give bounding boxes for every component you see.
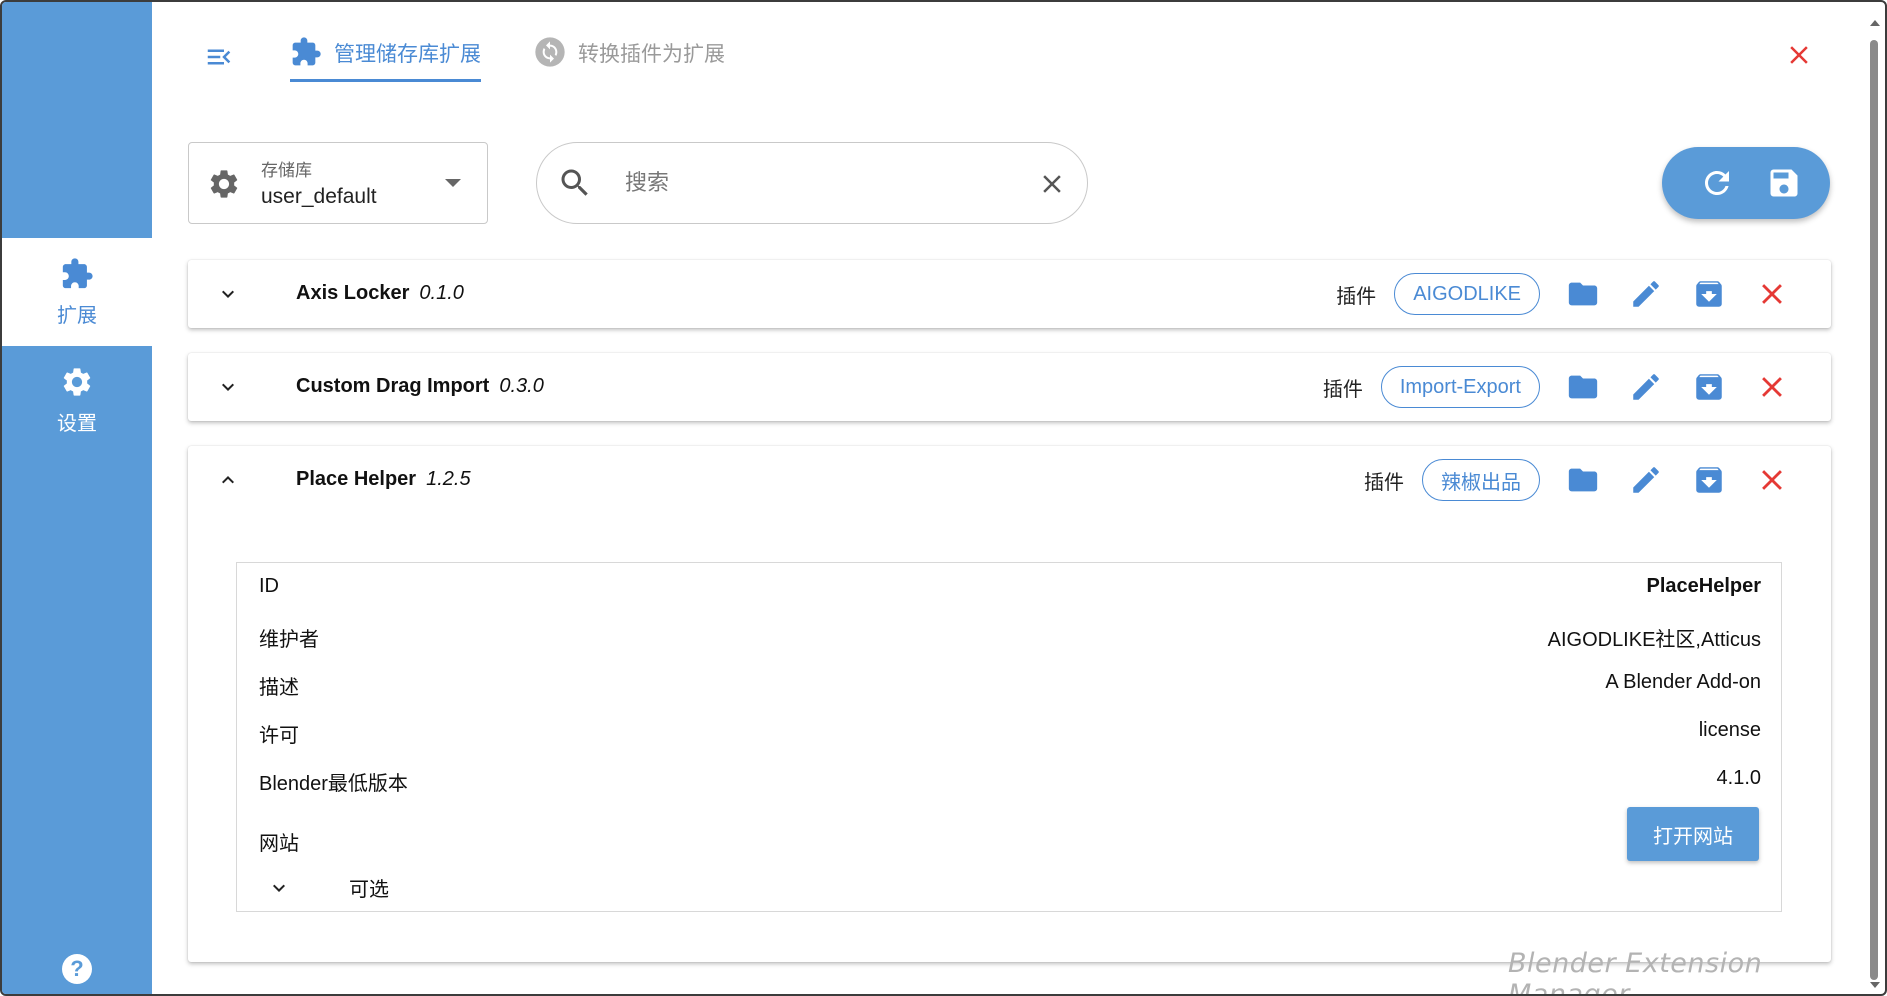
extension-card-expanded: Place Helper 1.2.5 插件 辣椒出品 ID PlaceHelper…	[188, 446, 1831, 962]
tab-label: 转换插件为扩展	[578, 43, 725, 66]
extension-card: Custom Drag Import 0.3.0 插件 Import-Export	[188, 353, 1831, 421]
detail-row-website: 网站	[237, 815, 1783, 863]
folder-icon[interactable]	[1566, 277, 1600, 311]
sync-icon	[535, 37, 565, 67]
extension-name: Custom Drag Import	[296, 375, 490, 397]
save-icon[interactable]	[1766, 165, 1802, 201]
close-icon[interactable]	[1784, 40, 1814, 70]
extension-actions: 插件 辣椒出品	[1364, 457, 1789, 503]
extension-card: Axis Locker 0.1.0 插件 AIGODLIKE	[188, 260, 1831, 328]
tab-convert-addon[interactable]: 转换插件为扩展	[534, 37, 725, 82]
sidebar-item-settings[interactable]: 设置	[2, 346, 152, 454]
archive-icon[interactable]	[1692, 370, 1726, 404]
optional-label: 可选	[349, 879, 389, 901]
extension-title: Place Helper 1.2.5	[296, 468, 471, 491]
detail-key: 网站	[259, 833, 299, 855]
scroll-up-arrow[interactable]	[1870, 20, 1880, 26]
chevron-down-icon	[273, 884, 285, 892]
sidebar-item-label: 扩展	[57, 304, 97, 327]
detail-key: ID	[259, 575, 279, 597]
extension-title: Axis Locker 0.1.0	[296, 282, 464, 305]
edit-icon[interactable]	[1629, 277, 1663, 311]
folder-icon[interactable]	[1566, 370, 1600, 404]
chevron-down-icon[interactable]	[216, 375, 240, 399]
extension-type: 插件	[1336, 285, 1377, 308]
watermark: Blender Extension Manager	[1508, 948, 1763, 996]
detail-row-id: ID PlaceHelper	[237, 563, 1783, 611]
refresh-icon[interactable]	[1699, 165, 1735, 201]
open-website-button[interactable]: 打开网站	[1627, 807, 1759, 861]
extension-details-table: ID PlaceHelper 维护者 AIGODLIKE社区,Atticus 描…	[236, 562, 1782, 912]
detail-key: 描述	[259, 677, 299, 699]
extension-version: 0.3.0	[499, 375, 544, 397]
detail-value: license	[1698, 719, 1761, 741]
folder-icon[interactable]	[1566, 463, 1600, 497]
help-icon[interactable]: ?	[62, 954, 92, 984]
extension-tag[interactable]: 辣椒出品	[1422, 459, 1540, 501]
search-box	[536, 142, 1088, 224]
repository-select[interactable]: 存储库 user_default	[188, 142, 488, 224]
repository-value: user_default	[261, 185, 377, 208]
scrollbar-thumb[interactable]	[1870, 40, 1878, 980]
extension-name: Axis Locker	[296, 282, 410, 304]
detail-value: 4.1.0	[1716, 767, 1761, 789]
detail-row-blender-min-version: Blender最低版本 4.1.0	[237, 755, 1783, 803]
tab-label: 管理储存库扩展	[334, 43, 481, 66]
detail-row-maintainer: 维护者 AIGODLIKE社区,Atticus	[237, 611, 1783, 659]
scrollbar[interactable]	[1868, 32, 1880, 990]
gear-icon	[210, 170, 238, 198]
menu-collapse-icon[interactable]	[202, 42, 236, 72]
extension-title: Custom Drag Import 0.3.0	[296, 375, 544, 398]
detail-value: PlaceHelper	[1646, 575, 1761, 597]
tab-manage-repo-extensions[interactable]: 管理储存库扩展	[290, 37, 481, 82]
detail-row-description: 描述 A Blender Add-on	[237, 659, 1783, 707]
sidebar-item-label: 设置	[57, 412, 97, 435]
extension-type: 插件	[1322, 378, 1363, 401]
puzzle-icon	[62, 257, 93, 288]
puzzle-icon	[292, 37, 321, 66]
action-group	[1662, 147, 1830, 219]
edit-icon[interactable]	[1629, 463, 1663, 497]
detail-value: AIGODLIKE社区,Atticus	[1547, 629, 1761, 651]
gear-icon	[63, 367, 91, 396]
search-icon	[561, 169, 588, 196]
chevron-down-icon[interactable]	[216, 282, 240, 306]
delete-icon[interactable]	[1755, 463, 1789, 497]
extension-actions: 插件 AIGODLIKE	[1336, 271, 1789, 317]
extension-actions: 插件 Import-Export	[1323, 364, 1789, 410]
search-input[interactable]	[625, 163, 1005, 203]
archive-icon[interactable]	[1692, 277, 1726, 311]
sidebar-item-extensions[interactable]: 扩展	[2, 238, 152, 346]
detail-value: A Blender Add-on	[1605, 671, 1761, 693]
extension-type: 插件	[1364, 471, 1404, 494]
detail-row-license: 许可 license	[237, 707, 1783, 755]
sidebar: 扩展 设置 ?	[2, 2, 152, 994]
extension-name: Place Helper	[296, 468, 417, 490]
extension-tag[interactable]: Import-Export	[1380, 366, 1540, 408]
detail-key: 许可	[259, 725, 299, 747]
chevron-down-icon	[445, 179, 461, 187]
optional-toggle[interactable]: 可选	[267, 873, 389, 902]
edit-icon[interactable]	[1629, 370, 1663, 404]
extension-version: 1.2.5	[426, 468, 471, 490]
detail-key: Blender最低版本	[259, 773, 408, 795]
clear-search-icon[interactable]	[1037, 169, 1067, 199]
chevron-up-icon[interactable]	[216, 468, 240, 492]
delete-icon[interactable]	[1755, 370, 1789, 404]
archive-icon[interactable]	[1692, 463, 1726, 497]
repository-caption: 存储库	[261, 161, 312, 180]
detail-key: 维护者	[259, 629, 319, 651]
app-window: 扩展 设置 ? 管理储存库扩展 转换插件为扩展 存储库 user_default…	[0, 0, 1887, 996]
extension-tag[interactable]: AIGODLIKE	[1394, 273, 1540, 315]
extension-version: 0.1.0	[419, 282, 464, 304]
delete-icon[interactable]	[1755, 277, 1789, 311]
